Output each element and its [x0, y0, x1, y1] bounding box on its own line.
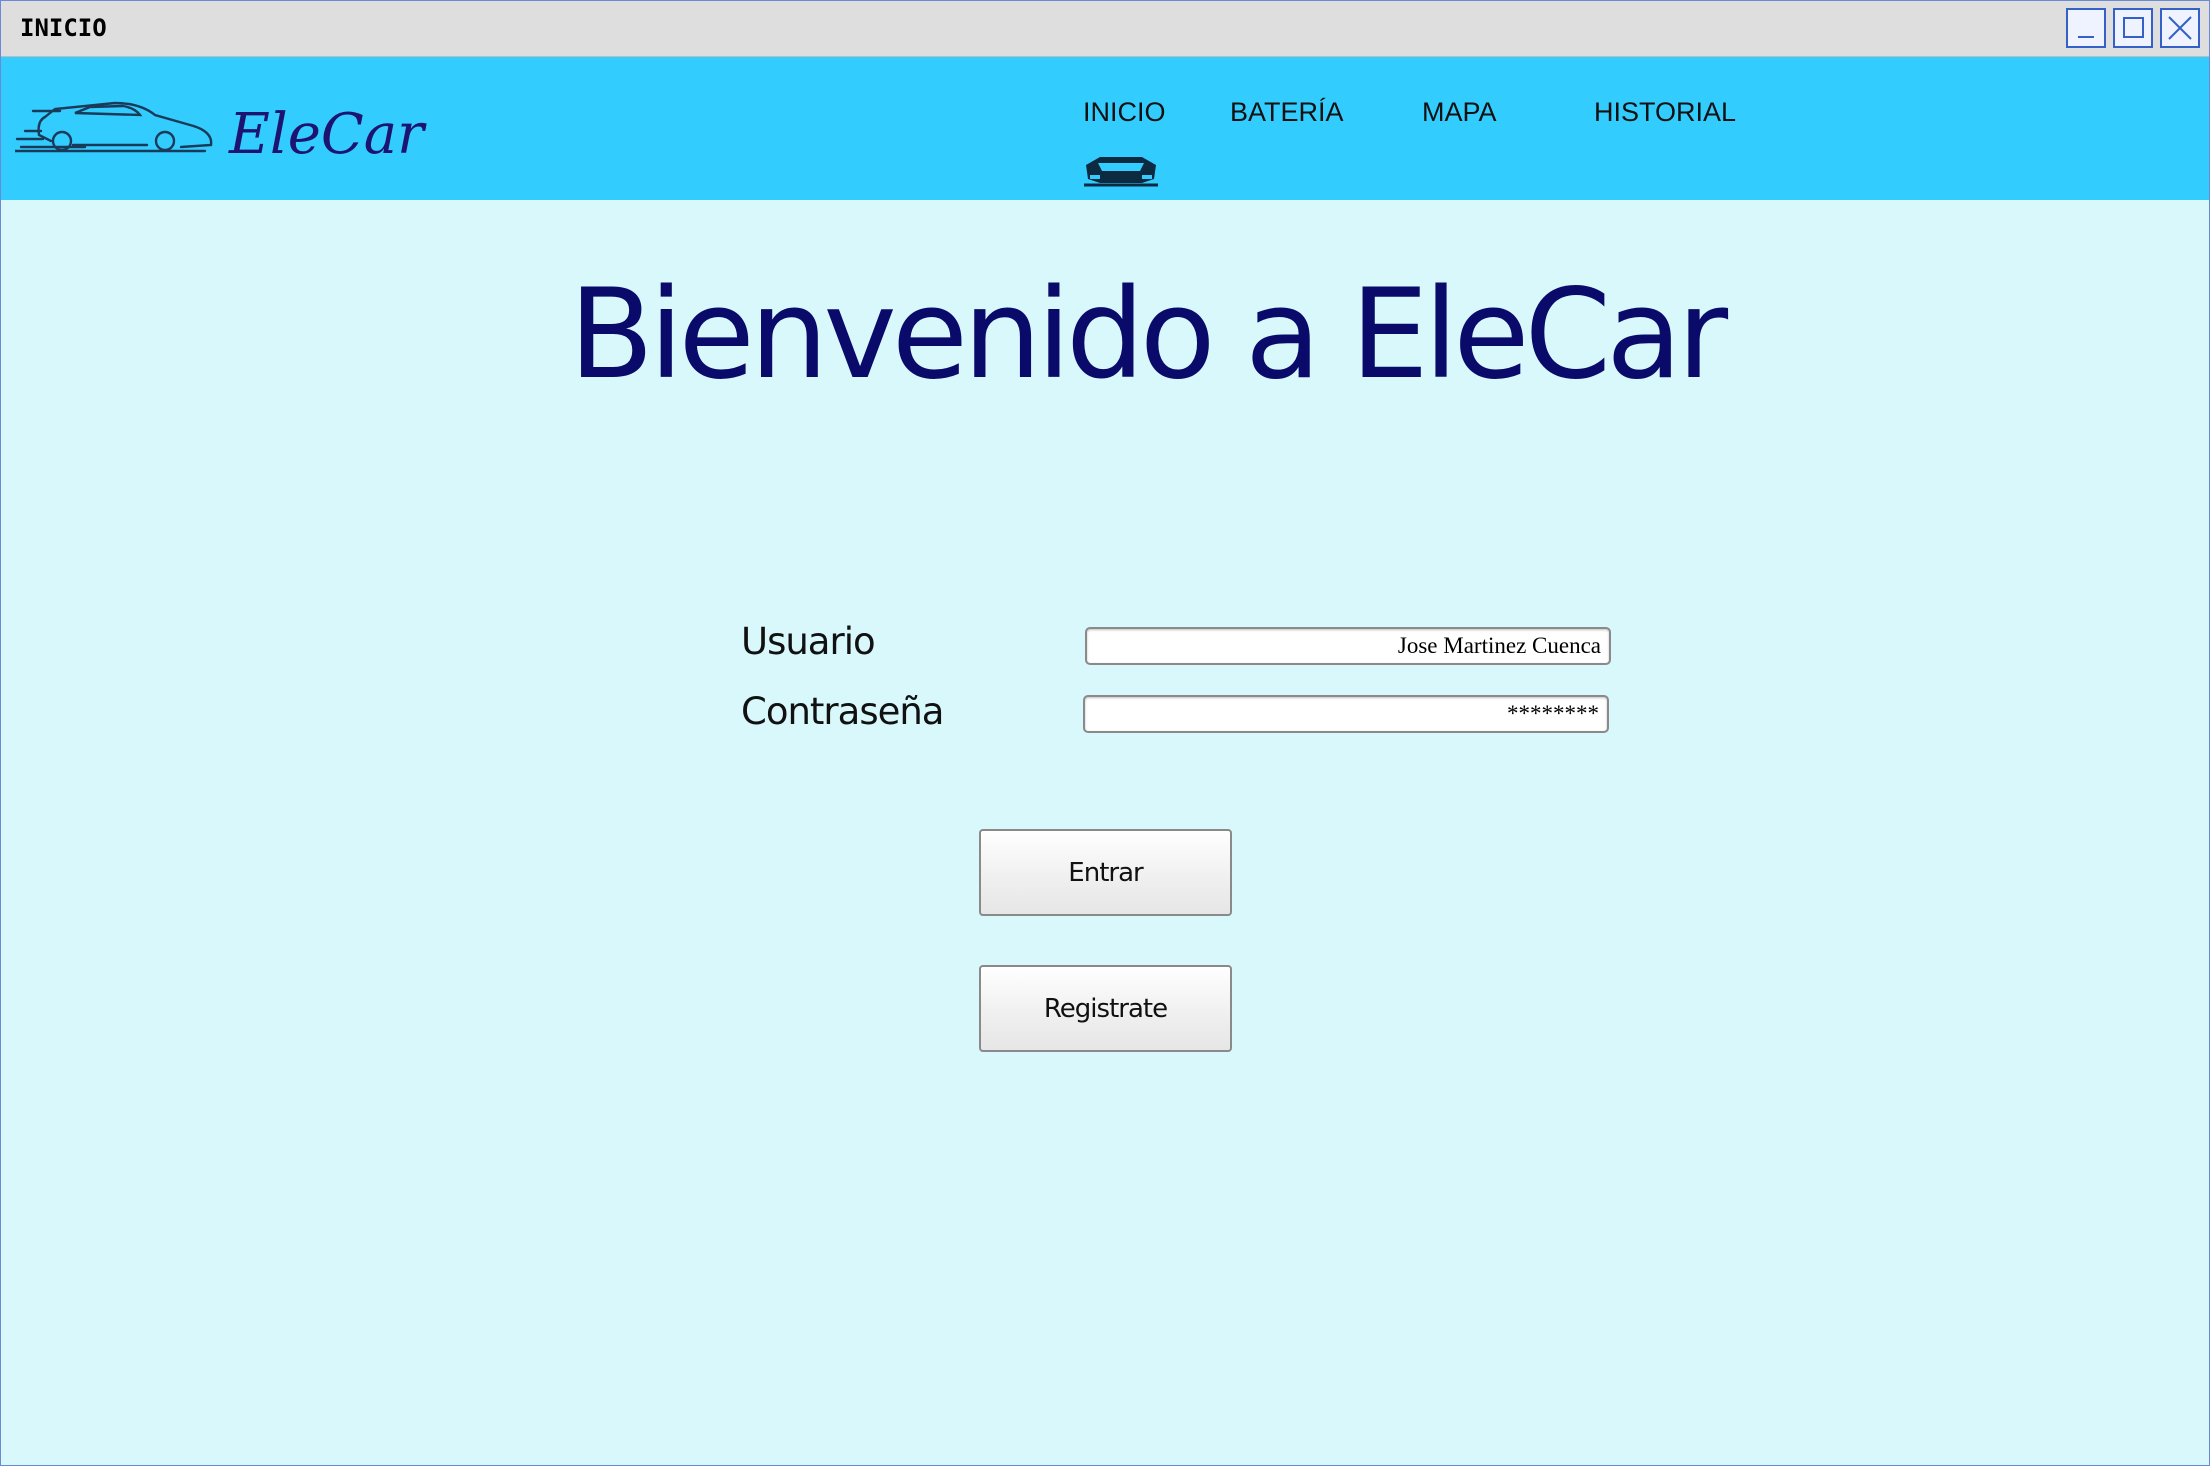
password-label: Contraseña: [741, 690, 944, 733]
username-label: Usuario: [741, 620, 876, 663]
title-bar: INICIO: [1, 1, 2209, 57]
minimize-icon: [2078, 36, 2094, 38]
login-button[interactable]: Entrar: [979, 829, 1232, 916]
top-navbar: EleCar INICIO BATERÍA MAPA HISTORIAL: [1, 57, 2209, 200]
car-front-icon: [1084, 157, 1158, 187]
minimize-button[interactable]: [2066, 8, 2106, 48]
window-title: INICIO: [20, 14, 107, 42]
maximize-icon: [2123, 17, 2144, 38]
nav-item-historial[interactable]: HISTORIAL: [1594, 97, 1736, 128]
nav-item-mapa[interactable]: MAPA: [1422, 97, 1497, 128]
close-icon: [2168, 16, 2192, 40]
nav-item-bateria[interactable]: BATERÍA: [1230, 97, 1344, 128]
car-logo-icon: [15, 101, 213, 153]
welcome-heading: Bienvenido a EleCar: [568, 263, 1728, 407]
register-button[interactable]: Registrate: [979, 965, 1232, 1052]
username-field[interactable]: Jose Martinez Cuenca: [1085, 627, 1611, 665]
nav-item-inicio[interactable]: INICIO: [1083, 97, 1166, 128]
app-window: INICIO EleCar INICIO BATERÍA MAPA HISTOR…: [0, 0, 2210, 1466]
password-field[interactable]: ********: [1083, 695, 1609, 733]
brand-name[interactable]: EleCar: [229, 102, 424, 167]
maximize-button[interactable]: [2113, 8, 2153, 48]
close-button[interactable]: [2160, 8, 2200, 48]
